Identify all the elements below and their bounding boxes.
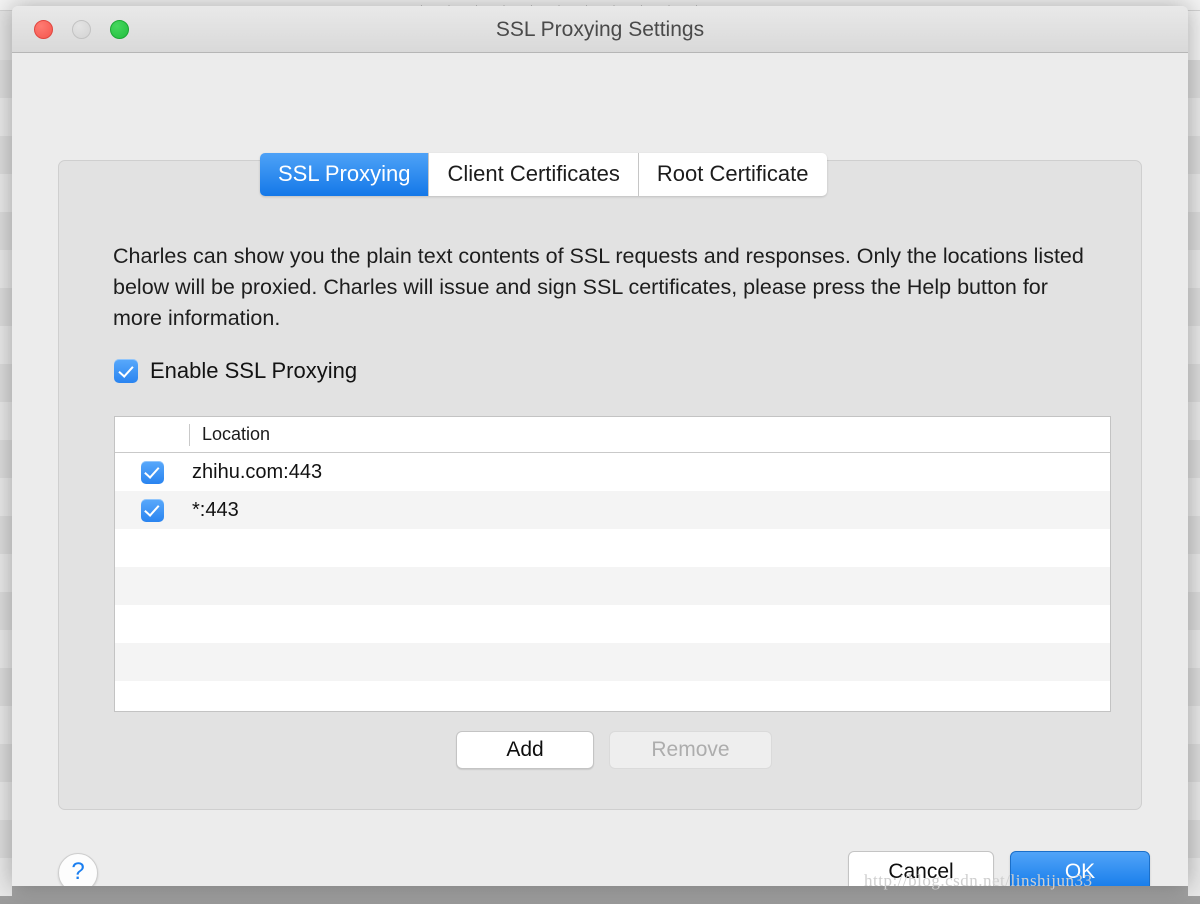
window-title: SSL Proxying Settings: [495, 18, 705, 41]
background-row: [1188, 478, 1200, 516]
background-row: [0, 60, 12, 98]
background-row: [0, 402, 12, 440]
row-checkbox-cell[interactable]: [115, 498, 189, 522]
background-row: [0, 516, 12, 554]
background-row: [1188, 250, 1200, 288]
table-header-row: Location: [115, 417, 1110, 453]
background-row: [1188, 516, 1200, 554]
background-row: [0, 782, 12, 820]
add-button[interactable]: Add: [456, 731, 594, 769]
background-row: [1188, 744, 1200, 782]
background-row: [1188, 630, 1200, 668]
tab-bar: SSL Proxying Client Certificates Root Ce…: [260, 153, 827, 196]
background-row: [0, 630, 12, 668]
background-row: [1188, 326, 1200, 364]
background-row: [0, 440, 12, 478]
background-row: [1188, 364, 1200, 402]
ssl-proxying-settings-dialog: SSL Proxying Settings Charles can show y…: [12, 6, 1188, 886]
tab-ssl-proxying[interactable]: SSL Proxying: [260, 153, 430, 196]
row-checkbox[interactable]: [140, 460, 164, 484]
background-row: [0, 250, 12, 288]
background-row: [0, 136, 12, 174]
tab-client-certificates[interactable]: Client Certificates: [429, 153, 639, 196]
background-row: [1188, 212, 1200, 250]
title-bar: SSL Proxying Settings: [12, 6, 1188, 53]
background-row: [0, 554, 12, 592]
table-empty-row: [115, 567, 1110, 605]
background-row: [0, 858, 12, 896]
row-location: zhihu.com:443: [192, 460, 323, 483]
background-row: [1188, 98, 1200, 136]
enable-ssl-proxying-row[interactable]: Enable SSL Proxying: [114, 358, 357, 384]
table-empty-row: [115, 529, 1110, 567]
background-row: [1188, 402, 1200, 440]
background-row: [0, 98, 12, 136]
dialog-body: Charles can show you the plain text cont…: [12, 53, 1188, 886]
description-text: Charles can show you the plain text cont…: [113, 244, 1084, 330]
background-row: [1188, 554, 1200, 592]
screen: · · · · · · · · · · · SSL Proxying Setti…: [0, 0, 1200, 904]
table-header-checkbox-column: [115, 423, 190, 446]
background-row: [1188, 706, 1200, 744]
background-row: [0, 478, 12, 516]
background-row: [1188, 288, 1200, 326]
tab-root-certificate[interactable]: Root Certificate: [638, 153, 827, 196]
background-row: [1188, 136, 1200, 174]
enable-ssl-proxying-label: Enable SSL Proxying: [150, 358, 358, 383]
watermark: http://blog.csdn.net/linshijun33: [864, 871, 1093, 890]
table-empty-row: [115, 605, 1110, 643]
row-location: *:443: [192, 498, 239, 521]
background-row: [1188, 858, 1200, 896]
background-row: [0, 706, 12, 744]
row-checkbox-cell[interactable]: [115, 460, 189, 484]
tab-content-panel: Charles can show you the plain text cont…: [58, 160, 1142, 810]
remove-button: Remove: [609, 731, 772, 769]
background-row: [0, 592, 12, 630]
background-row: [1188, 782, 1200, 820]
enable-ssl-proxying-checkbox[interactable]: [114, 359, 138, 383]
table-empty-row: [115, 643, 1110, 681]
background-row: [1188, 440, 1200, 478]
table-row[interactable]: *:443: [115, 491, 1110, 529]
background-row: [0, 668, 12, 706]
background-row: [0, 744, 12, 782]
row-checkbox[interactable]: [140, 498, 164, 522]
background-row: [1188, 820, 1200, 858]
background-row: [1188, 60, 1200, 98]
background-row: [0, 364, 12, 402]
background-row: [1188, 174, 1200, 212]
locations-table[interactable]: Location zhihu.com:443 *:443: [114, 416, 1111, 712]
table-header-location: Location: [202, 424, 271, 444]
list-action-buttons: Add Remove: [456, 731, 772, 769]
table-row[interactable]: zhihu.com:443: [115, 453, 1110, 491]
background-row: [0, 820, 12, 858]
background-row: [0, 212, 12, 250]
background-row: [0, 288, 12, 326]
background-row: [0, 174, 12, 212]
table-empty-row: [115, 681, 1110, 711]
help-button[interactable]: ?: [58, 853, 98, 886]
background-row: [0, 326, 12, 364]
background-row: [1188, 592, 1200, 630]
background-row: [1188, 668, 1200, 706]
